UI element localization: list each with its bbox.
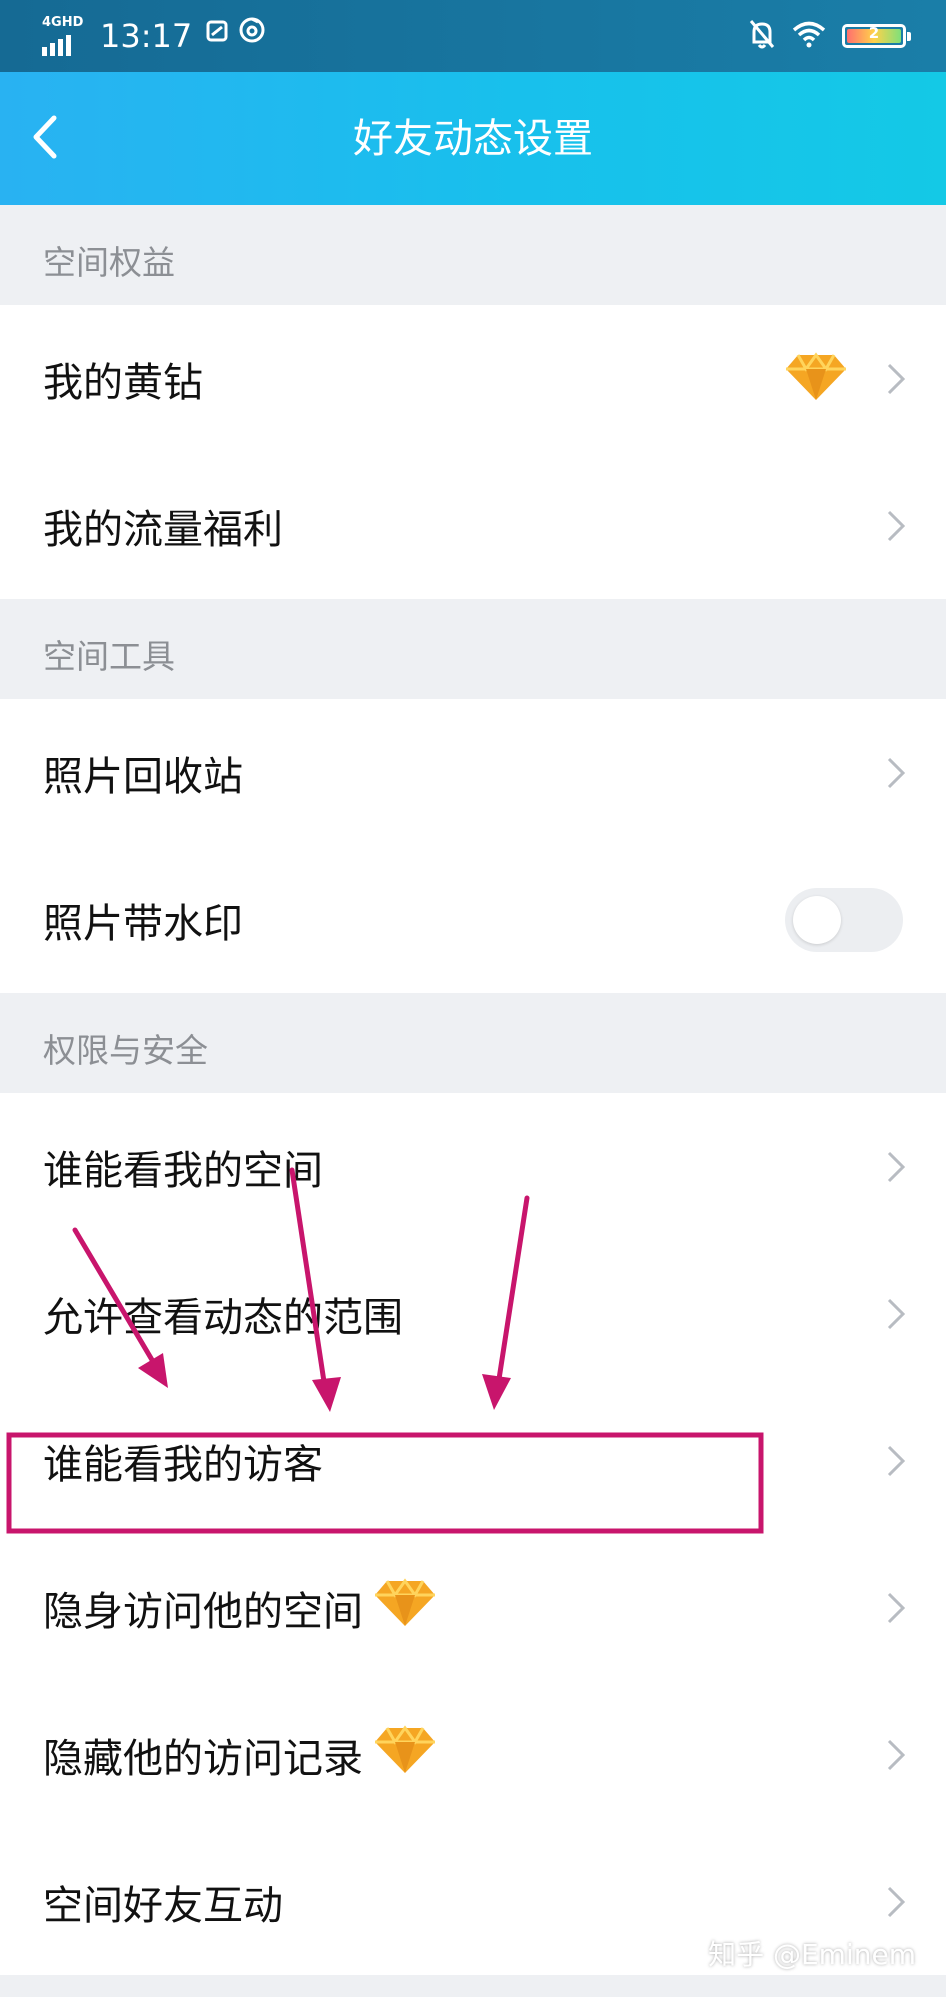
sync-icon xyxy=(204,14,230,58)
toggle-knob xyxy=(793,895,841,944)
status-time: 13:17 xyxy=(100,17,193,55)
chevron-right-icon xyxy=(887,1592,906,1623)
list-item-who-can-see-space[interactable]: 谁能看我的空间 xyxy=(0,1093,946,1240)
list-item-feed-visibility-range[interactable]: 允许查看动态的范围 xyxy=(0,1240,946,1387)
chevron-right-icon xyxy=(887,1151,906,1182)
group-privacy: 谁能看我的空间 允许查看动态的范围 谁能看我的访客 隐身访问他的空间 隐藏他的访… xyxy=(0,1093,946,1975)
section-title: 空间权益 xyxy=(43,243,175,282)
battery-icon: 2 xyxy=(842,24,911,48)
list-item-photo-recycle-bin[interactable]: 照片回收站 xyxy=(0,699,946,846)
list-item-label: 隐身访问他的空间 xyxy=(43,1588,363,1635)
chevron-right-icon xyxy=(887,1298,906,1329)
list-item-label: 谁能看我的访客 xyxy=(43,1441,323,1488)
battery-level: 2 xyxy=(868,24,880,42)
section-title: 权限与安全 xyxy=(43,1031,208,1070)
notification-mute-icon xyxy=(748,18,776,54)
list-item-label-wrap: 隐身访问他的空间 xyxy=(43,1577,437,1638)
list-item-label: 照片回收站 xyxy=(43,753,243,800)
list-item-label: 照片带水印 xyxy=(43,900,243,947)
list-item-data-benefits[interactable]: 我的流量福利 xyxy=(0,452,946,599)
list-item-who-can-see-visitors[interactable]: 谁能看我的访客 xyxy=(0,1387,946,1534)
list-item-yellow-diamond[interactable]: 我的黄钻 xyxy=(0,305,946,452)
section-header-tools: 空间工具 xyxy=(0,599,946,699)
chevron-right-icon xyxy=(887,510,906,541)
network-indicator: 4GHD xyxy=(42,16,88,56)
list-item-invisible-visit[interactable]: 隐身访问他的空间 xyxy=(0,1534,946,1681)
diamond-icon xyxy=(784,351,848,406)
group-benefits: 我的黄钻 我的流量福利 xyxy=(0,305,946,599)
section-title: 空间工具 xyxy=(43,637,175,676)
list-item-photo-watermark: 照片带水印 xyxy=(0,846,946,993)
chevron-right-icon xyxy=(887,1886,906,1917)
nav-bar: 好友动态设置 xyxy=(0,72,946,205)
status-right: 2 xyxy=(748,16,911,56)
music-app-icon xyxy=(238,14,266,58)
chevron-right-icon xyxy=(887,1445,906,1476)
watermark-toggle[interactable] xyxy=(785,887,903,952)
network-label: 4GHD xyxy=(42,15,84,30)
status-bar: 4GHD 13:17 2 xyxy=(0,0,946,72)
chevron-right-icon xyxy=(887,363,906,394)
chevron-right-icon xyxy=(887,1739,906,1770)
list-item-label: 谁能看我的空间 xyxy=(43,1147,323,1194)
wifi-icon xyxy=(792,20,826,52)
watermark: 知乎 @Eminem xyxy=(708,1938,916,1971)
chevron-right-icon xyxy=(887,757,906,788)
diamond-icon xyxy=(373,1724,437,1785)
group-tools: 照片回收站 照片带水印 xyxy=(0,699,946,993)
section-header-benefits: 空间权益 xyxy=(0,205,946,305)
list-item-label-wrap: 隐藏他的访问记录 xyxy=(43,1724,437,1785)
list-item-label: 我的黄钻 xyxy=(43,359,203,406)
signal-icon xyxy=(42,35,71,56)
diamond-icon xyxy=(373,1577,437,1638)
section-header-privacy: 权限与安全 xyxy=(0,993,946,1093)
list-item-label: 我的流量福利 xyxy=(43,506,283,553)
list-item-label: 隐藏他的访问记录 xyxy=(43,1735,363,1782)
page-title: 好友动态设置 xyxy=(353,116,593,162)
list-item-label: 允许查看动态的范围 xyxy=(43,1294,403,1341)
list-item-label: 空间好友互动 xyxy=(43,1882,283,1929)
list-item-hide-visit-record[interactable]: 隐藏他的访问记录 xyxy=(0,1681,946,1828)
status-left: 4GHD 13:17 xyxy=(42,14,274,58)
